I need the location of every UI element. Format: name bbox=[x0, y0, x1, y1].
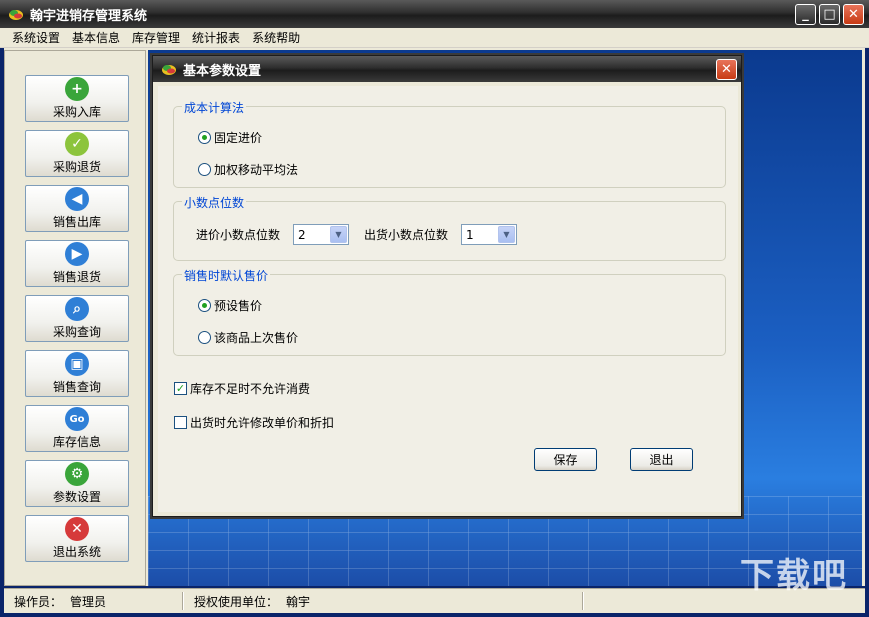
nav-button-label: 参数设置 bbox=[52, 490, 101, 504]
menu-bar: 系统设置 基本信息 库存管理 统计报表 系统帮助 bbox=[0, 28, 869, 48]
go-icon: Go bbox=[65, 407, 89, 431]
menu-basic-info[interactable]: 基本信息 bbox=[66, 29, 126, 46]
menu-reports[interactable]: 统计报表 bbox=[186, 29, 246, 46]
watermark: 下载吧 bbox=[740, 556, 848, 596]
nav-button-label: 销售退货 bbox=[52, 270, 101, 284]
app-logo-icon bbox=[9, 10, 23, 20]
minimize-button[interactable]: _ bbox=[795, 4, 816, 25]
sale-decimal-select[interactable]: 1 ▼ bbox=[461, 224, 517, 245]
radio-icon[interactable] bbox=[198, 163, 211, 176]
window-title: 翰宇进销存管理系统 bbox=[30, 8, 148, 24]
nav-button-2[interactable]: ✓ 采购退货 bbox=[25, 130, 129, 177]
radio-icon[interactable] bbox=[198, 331, 211, 344]
licensee-label: 授权使用单位： bbox=[194, 594, 279, 609]
plus-icon: + bbox=[65, 77, 89, 101]
decimal-places-group-label: 小数点位数 bbox=[182, 194, 247, 211]
dialog-logo-icon bbox=[162, 65, 176, 75]
purchase-decimal-select[interactable]: 2 ▼ bbox=[293, 224, 349, 245]
radio-label: 固定进价 bbox=[214, 131, 263, 145]
nav-button-9[interactable]: ✕ 退出系统 bbox=[25, 515, 129, 562]
title-bar: 翰宇进销存管理系统 _ □ ✕ bbox=[0, 0, 869, 28]
cost-method-group: 成本计算法 固定进价 加权移动平均法 bbox=[173, 99, 726, 188]
nav-button-label: 采购退货 bbox=[52, 160, 101, 174]
radio-weighted-average[interactable]: 加权移动平均法 bbox=[198, 161, 298, 178]
arrow-right-icon: ▶ bbox=[65, 242, 89, 266]
radio-fixed-price[interactable]: 固定进价 bbox=[198, 129, 262, 146]
default-price-group-label: 销售时默认售价 bbox=[182, 267, 271, 284]
nav-button-label: 销售出库 bbox=[52, 215, 101, 229]
checkbox-label: 出货时允许修改单价和折扣 bbox=[190, 416, 335, 430]
operator-value: 管理员 bbox=[70, 594, 107, 609]
radio-label: 预设售价 bbox=[214, 299, 263, 313]
exit-button[interactable]: 退出 bbox=[630, 448, 693, 471]
nav-button-7[interactable]: Go 库存信息 bbox=[25, 405, 129, 452]
gear-icon: ⚙ bbox=[65, 462, 89, 486]
purchase-decimal-value: 2 bbox=[298, 227, 306, 242]
dialog-title: 基本参数设置 bbox=[183, 63, 262, 79]
checkbox-icon[interactable]: ✓ bbox=[174, 382, 187, 395]
checkbox-allow-modify-price[interactable]: 出货时允许修改单价和折扣 bbox=[174, 414, 334, 431]
settings-dialog: 基本参数设置 ✕ 成本计算法 固定进价 加权移动平均法 小数点位数 进价小数点位… bbox=[152, 55, 742, 517]
licensee-value: 翰宇 bbox=[286, 594, 311, 609]
close-icon: ✕ bbox=[65, 517, 89, 541]
nav-button-8[interactable]: ⚙ 参数设置 bbox=[25, 460, 129, 507]
arrow-left-icon: ◀ bbox=[65, 187, 89, 211]
menu-inventory[interactable]: 库存管理 bbox=[126, 29, 186, 46]
status-bar: 操作员： 管理员 授权使用单位： 翰宇 bbox=[4, 588, 865, 613]
sale-decimal-label: 出货小数点位数 bbox=[364, 228, 449, 242]
checkbox-block-insufficient-stock[interactable]: ✓ 库存不足时不允许消费 bbox=[174, 380, 310, 397]
nav-button-label: 采购入库 bbox=[52, 105, 101, 119]
chevron-down-icon[interactable]: ▼ bbox=[330, 226, 347, 243]
radio-last-price[interactable]: 该商品上次售价 bbox=[198, 329, 298, 346]
dialog-close-button[interactable]: ✕ bbox=[716, 59, 737, 80]
purchase-decimal-label: 进价小数点位数 bbox=[196, 228, 281, 242]
nav-button-6[interactable]: ▣ 销售查询 bbox=[25, 350, 129, 397]
status-empty bbox=[584, 589, 764, 613]
radio-label: 加权移动平均法 bbox=[214, 163, 299, 177]
nav-button-label: 采购查询 bbox=[52, 325, 101, 339]
nav-button-1[interactable]: + 采购入库 bbox=[25, 75, 129, 122]
search-icon: ⌕ bbox=[65, 297, 89, 321]
chevron-down-icon[interactable]: ▼ bbox=[498, 226, 515, 243]
sale-decimal-value: 1 bbox=[466, 227, 474, 242]
nav-button-4[interactable]: ▶ 销售退货 bbox=[25, 240, 129, 287]
nav-button-label: 退出系统 bbox=[52, 545, 101, 559]
close-window-button[interactable]: ✕ bbox=[843, 4, 864, 25]
decimal-places-group: 小数点位数 进价小数点位数 2 ▼ 出货小数点位数 1 ▼ bbox=[173, 194, 726, 261]
radio-preset-price[interactable]: 预设售价 bbox=[198, 297, 262, 314]
dialog-body: 成本计算法 固定进价 加权移动平均法 小数点位数 进价小数点位数 2 ▼ 出货小… bbox=[158, 86, 738, 512]
default-price-group: 销售时默认售价 预设售价 该商品上次售价 bbox=[173, 267, 726, 356]
nav-button-5[interactable]: ⌕ 采购查询 bbox=[25, 295, 129, 342]
radio-icon[interactable] bbox=[198, 131, 211, 144]
cost-method-group-label: 成本计算法 bbox=[182, 99, 247, 116]
checkbox-icon[interactable] bbox=[174, 416, 187, 429]
sidebar: + 采购入库 ✓ 采购退货 ◀ 销售出库 ▶ 销售退货 ⌕ 采购查询 ▣ 销售查询 Go 库存信息 ⚙ 参数设… bbox=[4, 50, 146, 586]
menu-help[interactable]: 系统帮助 bbox=[246, 29, 306, 46]
nav-button-label: 销售查询 bbox=[52, 380, 101, 394]
checkbox-label: 库存不足时不允许消费 bbox=[190, 382, 311, 396]
dialog-title-bar: 基本参数设置 bbox=[153, 56, 741, 82]
maximize-button[interactable]: □ bbox=[819, 4, 840, 25]
radio-label: 该商品上次售价 bbox=[214, 331, 299, 345]
menu-system-settings[interactable]: 系统设置 bbox=[6, 29, 66, 46]
save-button[interactable]: 保存 bbox=[534, 448, 597, 471]
check-icon: ✓ bbox=[65, 132, 89, 156]
nav-button-label: 库存信息 bbox=[52, 435, 101, 449]
nav-button-3[interactable]: ◀ 销售出库 bbox=[25, 185, 129, 232]
radio-icon[interactable] bbox=[198, 299, 211, 312]
device-icon: ▣ bbox=[65, 352, 89, 376]
operator-label: 操作员： bbox=[14, 594, 63, 609]
